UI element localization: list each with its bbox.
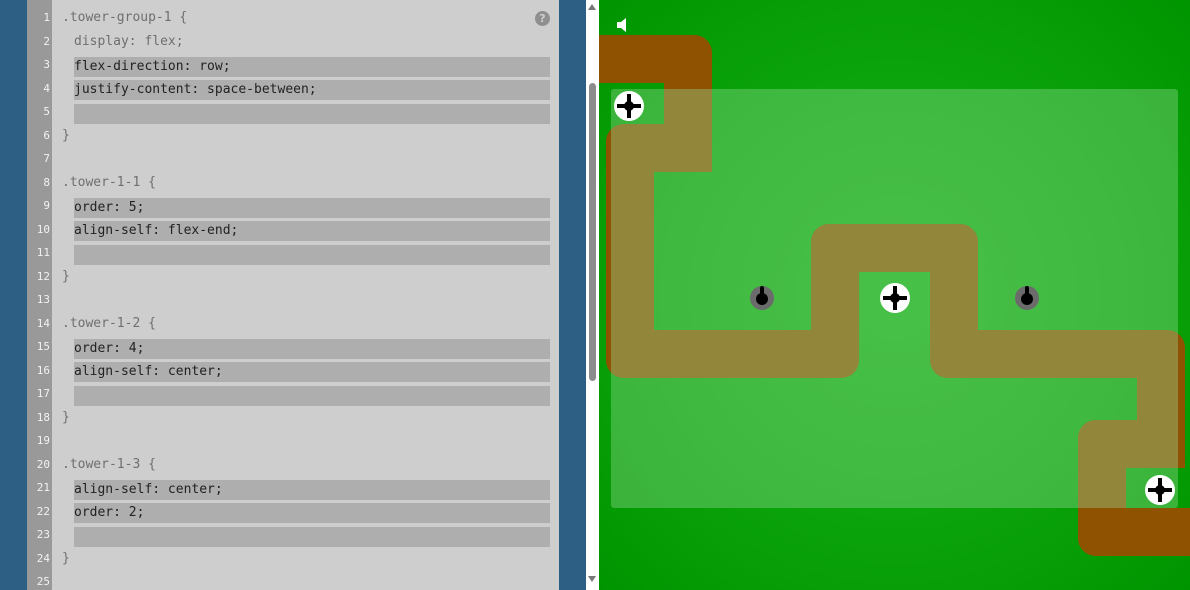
line-number: 10: [36, 223, 50, 236]
css-input-text[interactable]: order: 4;: [74, 337, 144, 361]
css-input-field[interactable]: [74, 339, 550, 359]
css-input-text[interactable]: order: 2;: [74, 501, 144, 525]
line-number: 2: [43, 35, 50, 48]
scroll-down-arrow-icon[interactable]: [588, 576, 596, 582]
css-input-text[interactable]: align-self: center;: [74, 360, 223, 384]
line-number: 3: [43, 58, 50, 71]
line-number: 23: [36, 528, 50, 541]
css-input-text[interactable]: align-self: center;: [74, 478, 223, 502]
line-number: 25: [36, 575, 50, 588]
scroll-up-arrow-icon[interactable]: [588, 4, 596, 10]
css-input-field[interactable]: [74, 104, 550, 124]
line-number: 13: [36, 293, 50, 306]
line-number: 4: [43, 82, 50, 95]
css-selector: .tower-1-3 {: [62, 457, 156, 472]
css-selector: .tower-1-1 {: [62, 175, 156, 190]
line-number: 22: [36, 505, 50, 518]
crosshair-icon: [1145, 475, 1175, 505]
css-input-field[interactable]: [74, 245, 550, 265]
line-number: 21: [36, 481, 50, 494]
line-number: 12: [36, 270, 50, 283]
line-number: 5: [43, 105, 50, 118]
line-number: 15: [36, 340, 50, 353]
closing-brace: }: [62, 551, 70, 566]
css-input-field[interactable]: [74, 503, 550, 523]
line-number: 11: [36, 246, 50, 259]
closing-brace: }: [62, 269, 70, 284]
tower-icon: [750, 286, 774, 310]
game-board: [599, 0, 1190, 590]
closing-brace: }: [62, 128, 70, 143]
css-input-text[interactable]: justify-content: space-between;: [74, 78, 317, 102]
line-number: 8: [43, 176, 50, 189]
line-number: 24: [36, 552, 50, 565]
enemy-path: [1078, 508, 1190, 556]
crosshair-icon: [880, 283, 910, 313]
line-number: 6: [43, 129, 50, 142]
line-number: 17: [36, 387, 50, 400]
css-input-field[interactable]: [74, 386, 550, 406]
line-number: 9: [43, 199, 50, 212]
css-declaration: display: flex;: [74, 34, 184, 49]
line-number: 7: [43, 152, 50, 165]
line-number: 1: [43, 11, 50, 24]
line-number: 18: [36, 411, 50, 424]
scroll-thumb[interactable]: [589, 83, 596, 381]
line-number: 19: [36, 434, 50, 447]
help-button[interactable]: ?: [535, 11, 550, 26]
css-input-field[interactable]: [74, 198, 550, 218]
speaker-icon[interactable]: [617, 17, 629, 33]
closing-brace: }: [62, 410, 70, 425]
line-number: 16: [36, 364, 50, 377]
css-input-text[interactable]: order: 5;: [74, 196, 144, 220]
css-input-text[interactable]: flex-direction: row;: [74, 55, 231, 79]
css-input-field[interactable]: [74, 527, 550, 547]
css-input-text[interactable]: align-self: flex-end;: [74, 219, 238, 243]
editor-scrollbar[interactable]: [586, 0, 599, 590]
css-editor-pane: ? 1 2 3 4 5 6 7 8 9 10 11 12 13 14 15 16…: [0, 0, 586, 590]
css-selector: .tower-1-2 {: [62, 316, 156, 331]
tower-icon: [1015, 286, 1039, 310]
css-selector: .tower-group-1 {: [62, 10, 188, 25]
crosshair-icon: [614, 91, 644, 121]
line-number: 20: [36, 458, 50, 471]
line-number: 14: [36, 317, 50, 330]
